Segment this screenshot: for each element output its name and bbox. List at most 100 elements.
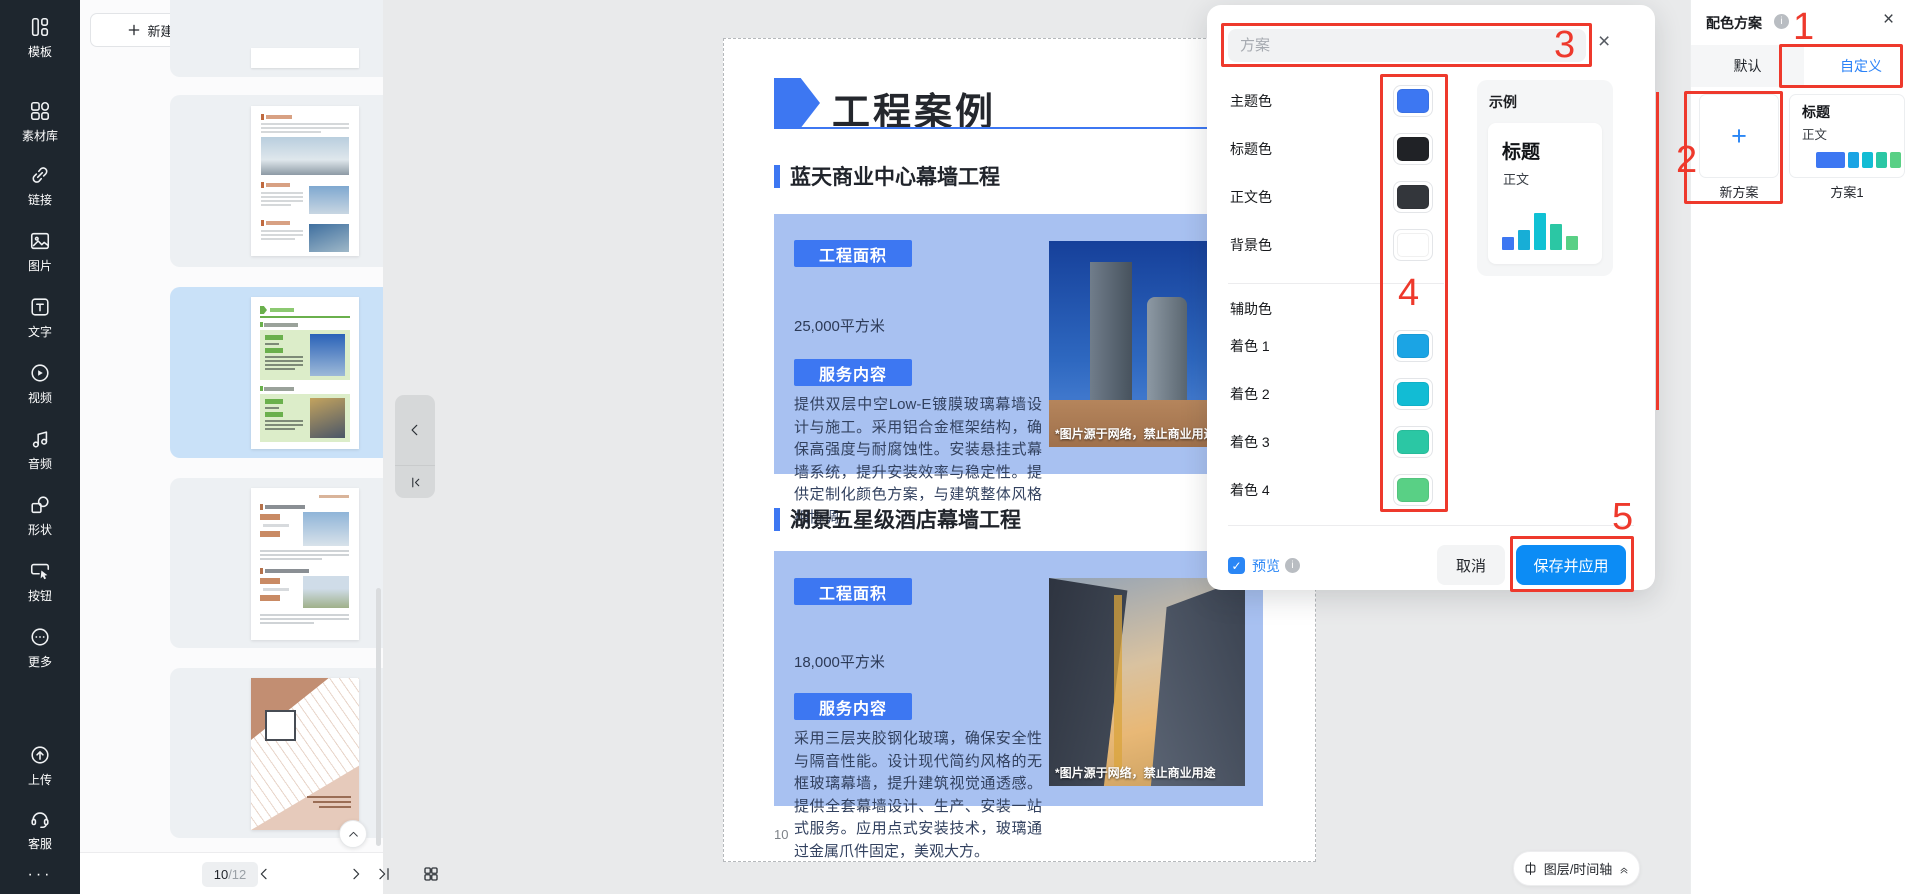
prev-page-icon[interactable] bbox=[256, 866, 272, 882]
left-toolbar: 模板 素材库 链接 图片 文字 视频 音频 形状 bbox=[0, 0, 80, 894]
scheme-tabs: 默认 自定义 bbox=[1691, 45, 1917, 87]
tab-custom[interactable]: 自定义 bbox=[1804, 45, 1917, 87]
project-photo-2[interactable]: *图片源于网络，禁止商业用途 bbox=[1049, 578, 1245, 786]
panel-close-icon[interactable]: × bbox=[1883, 9, 1894, 31]
thumbnail-page-preview bbox=[251, 297, 359, 449]
color-scheme-dialog: × 主题色 标题色 正文色 背景色 辅助色 着色 1 着色 2 着色 3 着色 … bbox=[1207, 5, 1655, 590]
divider bbox=[1228, 525, 1634, 526]
project-panel-2[interactable]: 工程面积 18,000平方米 服务内容 采用三层夹胶钢化玻璃，确保安全性与隔音性… bbox=[774, 551, 1263, 806]
service-tag[interactable]: 服务内容 bbox=[794, 693, 912, 720]
area-tag[interactable]: 工程面积 bbox=[794, 240, 912, 267]
theme-color-swatch[interactable] bbox=[1393, 85, 1433, 117]
thumbnail-page-preview bbox=[251, 678, 359, 830]
section-bar bbox=[774, 508, 780, 531]
new-scheme-card[interactable]: + bbox=[1699, 94, 1779, 178]
accent4-label: 着色 4 bbox=[1230, 474, 1270, 506]
sidebar-item-assets[interactable]: 素材库 bbox=[0, 100, 80, 144]
annotation-line bbox=[1656, 92, 1659, 410]
sidebar-item-link[interactable]: 链接 bbox=[0, 164, 80, 208]
expand-panel-button[interactable] bbox=[339, 820, 367, 848]
layers-timeline-icon bbox=[1523, 861, 1538, 876]
project-photo-1[interactable]: *图片源于网络，禁止商业用途 bbox=[1049, 241, 1221, 447]
title-color-swatch[interactable] bbox=[1393, 133, 1433, 165]
example-card: 标题 正文 bbox=[1488, 123, 1602, 264]
text-icon bbox=[0, 296, 80, 318]
assets-icon bbox=[0, 100, 80, 122]
thumbnail-page-preview bbox=[251, 106, 359, 256]
button-icon bbox=[0, 560, 80, 582]
scheme1-label: 方案1 bbox=[1789, 182, 1905, 201]
thumbnails-scrollbar[interactable] bbox=[376, 588, 381, 846]
page-thumbnail-10-selected[interactable]: 10 bbox=[170, 287, 383, 458]
collapse-to-edge-button[interactable] bbox=[395, 466, 435, 498]
accent1-swatch[interactable] bbox=[1393, 330, 1433, 362]
accent4-swatch[interactable] bbox=[1393, 474, 1433, 506]
project-panel-1[interactable]: 工程面积 25,000平方米 服务内容 提供双层中空Low-E镀膜玻璃幕墙设计与… bbox=[774, 214, 1263, 474]
info-icon: i bbox=[1285, 558, 1300, 573]
next-page-icon[interactable] bbox=[348, 866, 364, 882]
page-thumbnail-08[interactable]: 08 bbox=[170, 0, 383, 77]
sidebar-item-text[interactable]: 文字 bbox=[0, 296, 80, 340]
cancel-button[interactable]: 取消 bbox=[1437, 545, 1505, 585]
grid-view-icon[interactable] bbox=[422, 865, 440, 883]
last-page-icon[interactable] bbox=[376, 866, 392, 882]
page-thumbnail-09[interactable]: 09 bbox=[170, 95, 383, 267]
video-icon bbox=[0, 362, 80, 384]
image-icon bbox=[0, 230, 80, 252]
more-icon bbox=[0, 626, 80, 648]
service-tag[interactable]: 服务内容 bbox=[794, 359, 912, 386]
preview-checkbox[interactable]: ✓ bbox=[1228, 557, 1245, 574]
area-value[interactable]: 25,000平方米 bbox=[794, 315, 885, 336]
sidebar-item-upload[interactable]: 上传 bbox=[0, 744, 80, 788]
sidebar-item-video[interactable]: 视频 bbox=[0, 362, 80, 406]
background-color-swatch[interactable] bbox=[1393, 229, 1433, 261]
sidebar-item-shape[interactable]: 形状 bbox=[0, 494, 80, 538]
accent2-swatch[interactable] bbox=[1393, 378, 1433, 410]
accent2-label: 着色 2 bbox=[1230, 378, 1270, 410]
layers-timeline-button[interactable]: 图层/时间轴 bbox=[1513, 851, 1640, 886]
section-heading-1[interactable]: 蓝天商业中心幕墙工程 bbox=[774, 161, 1000, 191]
photo-caption: *图片源于网络，禁止商业用途 bbox=[1055, 764, 1216, 781]
area-value[interactable]: 18,000平方米 bbox=[794, 651, 885, 672]
sidebar-item-button[interactable]: 按钮 bbox=[0, 560, 80, 604]
panel-collapse-controls bbox=[395, 395, 435, 498]
sidebar-item-support[interactable]: 客服 bbox=[0, 808, 80, 852]
body-color-swatch[interactable] bbox=[1393, 181, 1433, 213]
toolbar-overflow-dots[interactable]: ··· bbox=[0, 866, 80, 884]
shape-icon bbox=[0, 494, 80, 516]
plus-icon bbox=[127, 23, 141, 37]
audio-icon bbox=[0, 428, 80, 450]
collapse-panel-button[interactable] bbox=[395, 395, 435, 466]
accent3-label: 着色 3 bbox=[1230, 426, 1270, 458]
title-arrow-shape[interactable] bbox=[774, 78, 820, 128]
page-thumbnail-12[interactable]: 12 bbox=[170, 668, 383, 838]
tab-default[interactable]: 默认 bbox=[1691, 45, 1804, 87]
headset-icon bbox=[0, 808, 80, 830]
chevron-left-bar-icon bbox=[409, 476, 422, 489]
color-scheme-panel: 配色方案 i × 默认 自定义 + 新方案 标题 正文 方案1 bbox=[1690, 0, 1917, 894]
sidebar-item-template[interactable]: 模板 bbox=[0, 16, 80, 60]
accent3-swatch[interactable] bbox=[1393, 426, 1433, 458]
page-counter[interactable]: 10/12 bbox=[202, 862, 258, 887]
sidebar-item-audio[interactable]: 音频 bbox=[0, 428, 80, 472]
page-navigation-bar: 10/12 bbox=[80, 852, 383, 894]
section-heading-2[interactable]: 湖景五星级酒店幕墙工程 bbox=[774, 504, 1021, 534]
scheme-name-input[interactable] bbox=[1228, 29, 1586, 62]
sidebar-item-more[interactable]: 更多 bbox=[0, 626, 80, 670]
app-root: 模板 素材库 链接 图片 文字 视频 音频 形状 bbox=[0, 0, 1917, 894]
page-thumbnail-11[interactable]: 11 bbox=[170, 478, 383, 648]
auxiliary-label: 辅助色 bbox=[1230, 293, 1272, 325]
section-bar bbox=[774, 165, 780, 188]
photo-caption: *图片源于网络，禁止商业用途 bbox=[1055, 425, 1216, 442]
save-apply-button[interactable]: 保存并应用 bbox=[1516, 545, 1626, 585]
service-text[interactable]: 采用三层夹胶钢化玻璃，确保安全性与隔音性能。设计现代简约风格的无框玻璃幕墙，提升… bbox=[794, 728, 1042, 863]
pages-panel: 新建空白页面 插入文档 08 09 bbox=[80, 0, 383, 852]
sidebar-item-image[interactable]: 图片 bbox=[0, 230, 80, 274]
dialog-close-icon[interactable]: × bbox=[1598, 31, 1610, 52]
body-color-label: 正文色 bbox=[1230, 181, 1272, 213]
area-tag[interactable]: 工程面积 bbox=[794, 578, 912, 605]
preview-label[interactable]: 预览 bbox=[1252, 556, 1280, 576]
scheme1-card[interactable]: 标题 正文 bbox=[1789, 94, 1905, 178]
template-icon bbox=[0, 16, 80, 38]
panel-title: 配色方案 bbox=[1706, 13, 1762, 33]
